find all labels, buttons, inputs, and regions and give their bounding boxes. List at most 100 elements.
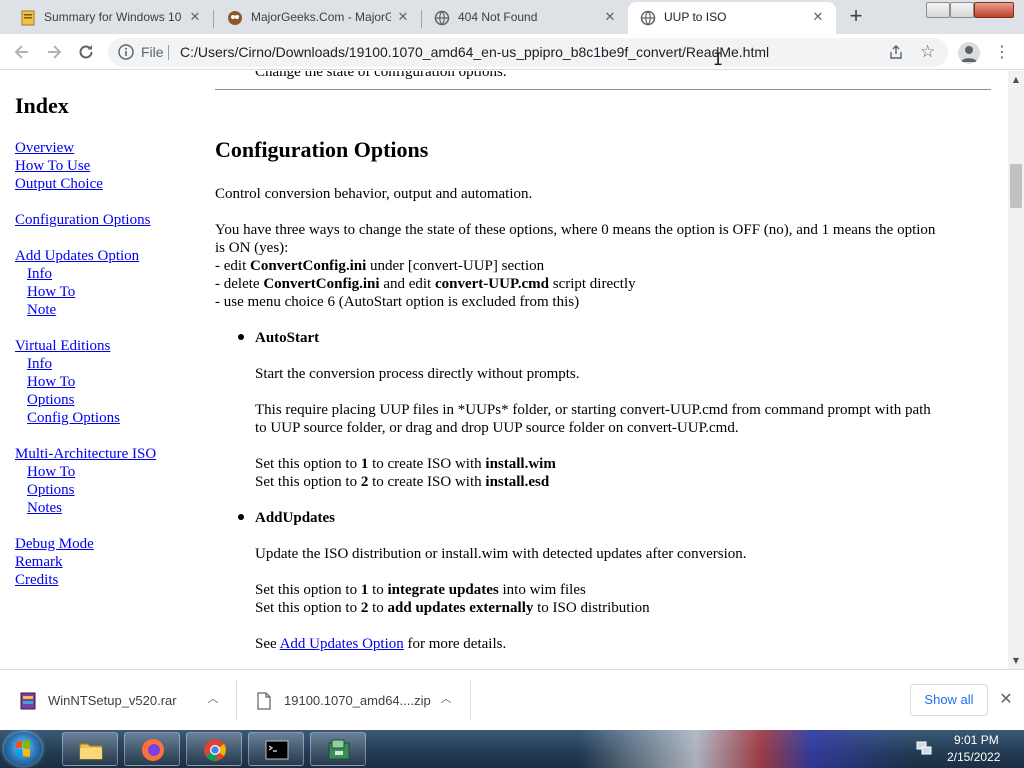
index-link-notes[interactable]: Notes: [15, 499, 205, 517]
index-link-config-options[interactable]: Config Options: [15, 409, 205, 427]
reload-icon[interactable]: [76, 42, 96, 62]
ways-item-3: - use menu choice 6 (AutoStart option is…: [215, 294, 580, 310]
chevron-up-icon[interactable]: ︿: [439, 692, 453, 706]
ways-line-2: is ON (yes):: [215, 240, 289, 256]
index-link-how-to[interactable]: How To: [15, 283, 205, 301]
section-title: Configuration Options: [215, 137, 429, 162]
index-link-options[interactable]: Options: [15, 481, 205, 499]
add-updates-option-link[interactable]: Add Updates Option: [280, 636, 404, 652]
bookmark-star-icon[interactable]: ☆: [920, 42, 935, 62]
download-item-zip[interactable]: 19100.1070_amd64....zip ︿: [236, 670, 470, 730]
tab-title: Summary for Windows 10: [44, 10, 182, 24]
page-scrollbar[interactable]: [1008, 71, 1024, 669]
close-tab-icon[interactable]: ✕: [602, 9, 618, 25]
tab-majorgeeks[interactable]: MajorGeeks.Com - MajorG ✕: [207, 2, 422, 34]
index-link-multi-architecture-iso[interactable]: Multi-Architecture ISO: [15, 445, 205, 463]
index-link-virtual-editions[interactable]: Virtual Editions: [15, 337, 205, 355]
index-link-how-to[interactable]: How To: [15, 373, 205, 391]
text: Set this option to: [255, 474, 361, 490]
new-tab-button[interactable]: +: [846, 5, 866, 27]
bold-text: add updates externally: [387, 600, 534, 616]
bold-text: convert-UUP.cmd: [434, 276, 549, 292]
bold-text: ConvertConfig.ini: [263, 276, 380, 292]
address-bar[interactable]: File C:/Users/Cirno/Downloads/19100.1070…: [108, 38, 948, 67]
scrollbar-thumb[interactable]: [1010, 164, 1022, 208]
taskbar-firefox[interactable]: [124, 732, 180, 766]
index-link-info[interactable]: Info: [15, 355, 205, 373]
taskbar-chrome[interactable]: [186, 732, 242, 766]
intro-text: Control conversion behavior, output and …: [215, 186, 533, 202]
window-close-button[interactable]: [974, 2, 1014, 18]
taskbar-cmd[interactable]: [248, 732, 304, 766]
index-link-debug-mode[interactable]: Debug Mode: [15, 535, 205, 553]
scroll-down-icon[interactable]: ▼: [1008, 654, 1024, 668]
tab-uup-to-iso[interactable]: UUP to ISO ✕: [628, 2, 836, 34]
index-link-how-to-use[interactable]: How To Use: [15, 157, 205, 175]
cmd-icon: [265, 740, 289, 760]
close-shelf-icon[interactable]: ✕: [998, 690, 1014, 708]
tab-404[interactable]: 404 Not Found ✕: [414, 2, 628, 34]
text: Set this option to: [255, 456, 361, 472]
start-button[interactable]: [4, 732, 42, 766]
clock-time[interactable]: 9:01 PM: [954, 733, 999, 747]
omnibox-divider: [168, 45, 169, 60]
text: to create ISO with: [368, 474, 486, 490]
index-spacer: [15, 193, 205, 211]
ways-item-2: - delete ConvertConfig.ini and edit conv…: [215, 275, 995, 293]
taskbar-installer[interactable]: [310, 732, 366, 766]
index-link-credits[interactable]: Credits: [15, 571, 205, 589]
page-icon: [21, 10, 35, 26]
index-spacer: [15, 319, 205, 337]
windows-logo-icon: [16, 740, 30, 757]
close-tab-icon[interactable]: ✕: [810, 9, 826, 25]
index-link-options[interactable]: Options: [15, 391, 205, 409]
browser-toolbar: File C:/Users/Cirno/Downloads/19100.1070…: [0, 34, 1024, 70]
tab-strip: Summary for Windows 10 ✕ MajorGeeks.Com …: [0, 0, 1024, 34]
index-link-overview[interactable]: Overview: [15, 139, 205, 157]
index-link-note[interactable]: Note: [15, 301, 205, 319]
index-spacer: [15, 229, 205, 247]
show-all-button[interactable]: Show all: [910, 684, 988, 716]
bold-text: integrate updates: [387, 582, 499, 598]
chrome-icon: [204, 739, 226, 762]
text: script directly: [548, 276, 636, 292]
download-filename: WinNTSetup_v520.rar: [48, 693, 177, 708]
taskbar-explorer[interactable]: [62, 732, 118, 766]
index-link-add-updates-option[interactable]: Add Updates Option: [15, 247, 205, 265]
index-link-info[interactable]: Info: [15, 265, 205, 283]
network-icon[interactable]: [916, 740, 932, 756]
info-icon[interactable]: [118, 44, 134, 60]
url-text[interactable]: C:/Users/Cirno/Downloads/19100.1070_amd6…: [180, 44, 769, 60]
desktop-wallpaper: [580, 730, 910, 768]
index-link-output-choice[interactable]: Output Choice: [15, 175, 205, 193]
index-link-remark[interactable]: Remark: [15, 553, 205, 571]
tab-summary[interactable]: Summary for Windows 10 ✕: [0, 2, 214, 34]
text: for more details.: [403, 636, 507, 652]
profile-avatar[interactable]: [958, 42, 980, 64]
minimize-button[interactable]: [926, 2, 950, 18]
maximize-button[interactable]: [950, 2, 974, 18]
tab-title: 404 Not Found: [458, 10, 538, 24]
chevron-up-icon[interactable]: ︿: [206, 692, 220, 706]
addupdates-title: AddUpdates: [255, 509, 995, 527]
close-tab-icon[interactable]: ✕: [187, 9, 203, 25]
addupdates-desc: Update the ISO distribution or install.w…: [255, 546, 747, 562]
text: See: [255, 636, 280, 652]
firefox-icon: [142, 739, 164, 761]
browser-menu-icon[interactable]: ⋮: [994, 43, 1010, 61]
share-icon[interactable]: [888, 44, 904, 60]
back-arrow-icon[interactable]: [12, 42, 32, 62]
folder-icon: [79, 743, 103, 760]
option-name: AutoStart: [255, 330, 320, 346]
forward-arrow-icon[interactable]: [44, 42, 64, 62]
clock-date[interactable]: 2/15/2022: [947, 750, 1000, 764]
text-cursor-icon: I: [713, 50, 724, 70]
installer-icon: [328, 739, 350, 760]
text: Set this option to: [255, 600, 361, 616]
download-item-rar[interactable]: WinNTSetup_v520.rar ︿: [0, 670, 236, 730]
close-tab-icon[interactable]: ✕: [395, 9, 411, 25]
index-link-how-to[interactable]: How To: [15, 463, 205, 481]
scroll-up-icon[interactable]: ▲: [1008, 73, 1024, 87]
index-link-configuration-options[interactable]: Configuration Options: [15, 211, 205, 229]
addupdates-see-also: See Add Updates Option for more details.: [255, 635, 995, 653]
